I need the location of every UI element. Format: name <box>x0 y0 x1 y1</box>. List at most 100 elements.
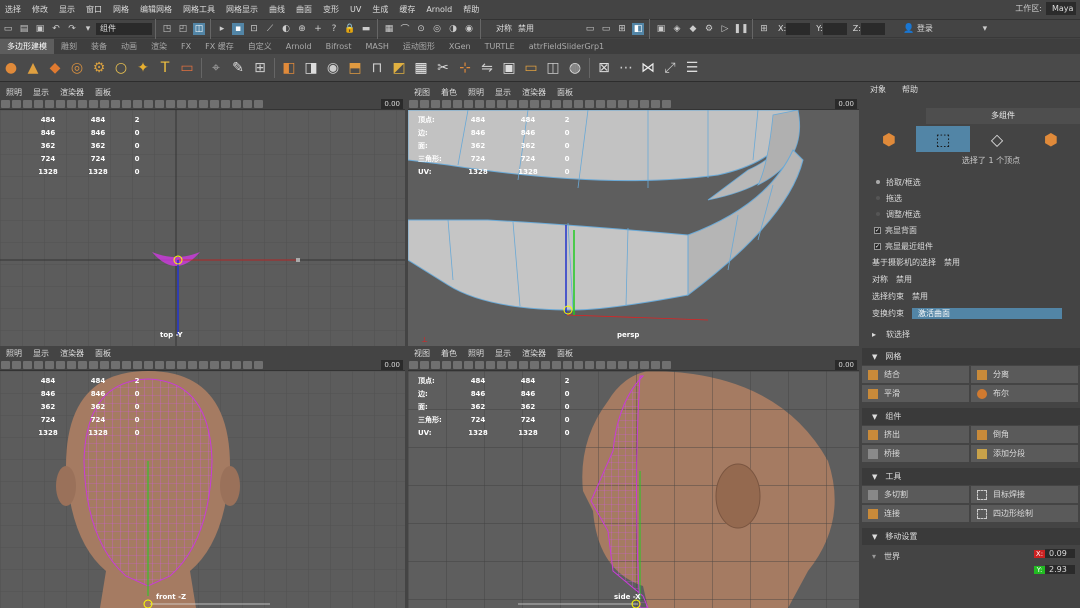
y-value-row[interactable]: Y: 2.93 <box>1034 565 1075 574</box>
menu-view[interactable]: 视图 <box>408 87 435 98</box>
snap-projected-icon[interactable]: ◎ <box>431 23 443 35</box>
option-backface[interactable]: ✓ 亮显背面 <box>862 222 1080 238</box>
viewport-tool-icon[interactable] <box>497 361 506 369</box>
viewport-tool-icon[interactable] <box>232 361 241 369</box>
fill-icon[interactable]: ▦ <box>411 57 431 79</box>
viewport-tool-icon[interactable] <box>254 100 263 108</box>
checkbox-icon[interactable]: ✓ <box>874 226 881 234</box>
symmetry-value[interactable]: 禁用 <box>518 23 582 34</box>
shelf-tab[interactable]: MASH <box>358 39 395 54</box>
exposure-field[interactable]: 0.00 <box>381 360 403 370</box>
viewport-tool-icon[interactable] <box>607 100 616 108</box>
menu-item[interactable]: 修改 <box>27 0 54 20</box>
extrude-button[interactable]: 挤出 <box>862 426 969 443</box>
viewport-tool-icon[interactable] <box>100 100 109 108</box>
quad-draw-button[interactable]: 四边形绘制 <box>971 505 1078 522</box>
viewport-tool-icon[interactable] <box>497 100 506 108</box>
shelf-tab[interactable]: FX <box>174 39 198 54</box>
viewport-tool-icon[interactable] <box>453 361 462 369</box>
viewport-tool-icon[interactable] <box>442 361 451 369</box>
camera-select-row[interactable]: 基于摄影机的选择 禁用 <box>862 254 1080 271</box>
camera-icon[interactable]: ⌖ <box>206 57 226 79</box>
menu-item[interactable]: UV <box>345 0 367 20</box>
separate-icon[interactable]: ◨ <box>301 57 321 79</box>
bridge-icon[interactable]: ⊓ <box>367 57 387 79</box>
select-handles-icon[interactable]: ▸ <box>216 23 228 35</box>
viewport-tool-icon[interactable] <box>12 100 21 108</box>
viewport-tool-icon[interactable] <box>552 100 561 108</box>
radio-icon[interactable] <box>876 196 880 200</box>
symmetry-value[interactable]: 禁用 <box>896 274 912 285</box>
menu-item[interactable]: 网格显示 <box>221 0 264 20</box>
viewport-tool-icon[interactable] <box>177 361 186 369</box>
combine-button[interactable]: 结合 <box>862 366 969 383</box>
world-row[interactable]: ▾ 世界 <box>872 551 900 562</box>
mirror-icon[interactable]: ⇋ <box>477 57 497 79</box>
menu-show[interactable]: 显示 <box>489 87 516 98</box>
shelf-tab[interactable]: 动画 <box>114 39 144 54</box>
multi-cut-button[interactable]: 多切割 <box>862 486 969 503</box>
viewport-side[interactable]: 视图 着色 照明 显示 渲染器 面板 0.00 顶点: 484 484 2 边: 846 8… <box>408 348 859 608</box>
menu-item[interactable]: Arnold <box>421 0 458 20</box>
snap-point-icon[interactable]: ⊙ <box>415 23 427 35</box>
target-weld-button[interactable]: 目标焊接 <box>971 486 1078 503</box>
lock-selection-icon[interactable]: 🔒 <box>344 23 356 35</box>
component-mode-icon[interactable]: ◫ <box>193 22 205 35</box>
menu-item[interactable]: 选择 <box>0 0 27 20</box>
object-mode-icon[interactable]: ⬢ <box>862 126 916 152</box>
viewport-tool-icon[interactable] <box>596 361 605 369</box>
section-components[interactable]: ▼ 组件 <box>862 408 1080 425</box>
render-settings-icon[interactable]: ⚙ <box>703 23 715 35</box>
menu-item[interactable]: 帮助 <box>458 0 485 20</box>
viewport-tool-icon[interactable] <box>155 361 164 369</box>
separate-button[interactable]: 分离 <box>971 366 1078 383</box>
menu-item[interactable]: 窗口 <box>81 0 108 20</box>
menu-item[interactable]: 曲线 <box>264 0 291 20</box>
shelf-tab[interactable]: 渲染 <box>144 39 174 54</box>
viewport-tool-icon[interactable] <box>519 100 528 108</box>
new-scene-icon[interactable]: ▭ <box>2 23 14 35</box>
sculpt-icon[interactable]: ✎ <box>228 57 248 79</box>
viewport-tool-icon[interactable] <box>210 100 219 108</box>
viewport-tool-icon[interactable] <box>519 361 528 369</box>
select-points-icon[interactable]: ▪ <box>232 22 244 35</box>
snap-grid-icon[interactable]: ▦ <box>383 23 395 35</box>
layout-icon[interactable]: ☰ <box>682 57 702 79</box>
menu-item[interactable]: 缓存 <box>394 0 421 20</box>
viewport-tool-icon[interactable] <box>243 361 252 369</box>
shelf-tab[interactable]: Bifrost <box>319 39 359 54</box>
viewport-top[interactable]: 照明 显示 渲染器 面板 0.00 484 484 2 846 846 0 362 362 0 7… <box>0 87 405 346</box>
menu-panels[interactable]: 面板 <box>89 348 116 359</box>
face-mode-icon[interactable]: ⬢ <box>1024 126 1078 152</box>
spherical-icon[interactable]: ◍ <box>565 57 585 79</box>
login-dropdown[interactable]: 登录 <box>917 23 977 34</box>
expand-arrow-icon[interactable]: ▾ <box>872 552 876 561</box>
snap-view-plane-icon[interactable]: ◑ <box>447 23 459 35</box>
undo-icon[interactable]: ↶ <box>50 23 62 35</box>
star-icon[interactable]: ✦ <box>133 57 153 79</box>
viewport-tool-icon[interactable] <box>431 100 440 108</box>
viewport-tool-icon[interactable] <box>254 361 263 369</box>
exposure-field[interactable]: 0.00 <box>381 99 403 109</box>
output-ops-icon[interactable]: ▭ <box>600 23 612 35</box>
viewport-tool-icon[interactable] <box>122 361 131 369</box>
viewport-tool-icon[interactable] <box>155 100 164 108</box>
viewport-tool-icon[interactable] <box>199 100 208 108</box>
menu-renderer[interactable]: 渲染器 <box>516 348 551 359</box>
shelf-tab[interactable]: 运动图形 <box>396 39 442 54</box>
viewport-tool-icon[interactable] <box>508 100 517 108</box>
menu-renderer[interactable]: 渲染器 <box>54 87 89 98</box>
menu-item[interactable]: 网格工具 <box>178 0 221 20</box>
collapse-arrow-icon[interactable]: ▼ <box>872 533 877 541</box>
viewport-tool-icon[interactable] <box>144 100 153 108</box>
exposure-field[interactable]: 0.00 <box>835 360 857 370</box>
history-icon[interactable]: ⊞ <box>616 23 628 35</box>
viewport-tool-icon[interactable] <box>662 100 671 108</box>
x-value[interactable]: 0.09 <box>1045 549 1075 558</box>
collapse-arrow-icon[interactable]: ▼ <box>872 473 877 481</box>
shelf-tab[interactable]: Arnold <box>279 39 319 54</box>
viewport-tool-icon[interactable] <box>89 100 98 108</box>
bevel-button[interactable]: 倒角 <box>971 426 1078 443</box>
section-tools[interactable]: ▼ 工具 <box>862 468 1080 485</box>
viewport-tool-icon[interactable] <box>596 100 605 108</box>
